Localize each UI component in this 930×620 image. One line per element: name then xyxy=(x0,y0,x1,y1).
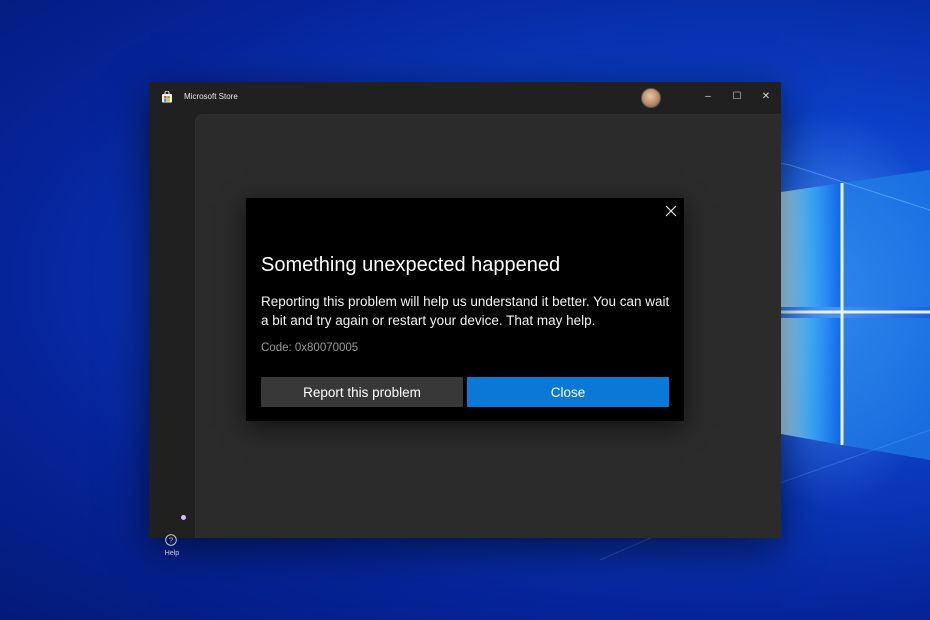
dialog-message: Reporting this problem will help us unde… xyxy=(261,294,670,328)
help-label[interactable]: Help xyxy=(149,550,195,557)
error-dialog: Something unexpected happened Reporting … xyxy=(246,198,684,421)
dialog-title: Something unexpected happened xyxy=(261,254,561,276)
report-problem-button[interactable]: Report this problem xyxy=(261,377,463,407)
store-icon xyxy=(162,91,172,103)
app-title: Microsoft Store xyxy=(184,92,238,101)
title-bar[interactable]: Microsoft Store – ☐ ✕ xyxy=(149,82,781,114)
close-button[interactable]: Close xyxy=(467,377,669,407)
close-window-button[interactable]: ✕ xyxy=(752,85,780,107)
user-avatar[interactable] xyxy=(641,88,661,108)
question-circle-icon[interactable]: ? xyxy=(165,534,177,546)
error-code: Code: 0x80070005 xyxy=(261,342,359,354)
minimize-button[interactable]: – xyxy=(694,85,722,107)
sidebar: ? Help xyxy=(149,114,195,557)
dialog-close-icon[interactable] xyxy=(662,202,680,220)
svg-text:?: ? xyxy=(169,536,173,545)
notification-dot xyxy=(181,515,186,520)
maximize-button[interactable]: ☐ xyxy=(723,85,751,107)
